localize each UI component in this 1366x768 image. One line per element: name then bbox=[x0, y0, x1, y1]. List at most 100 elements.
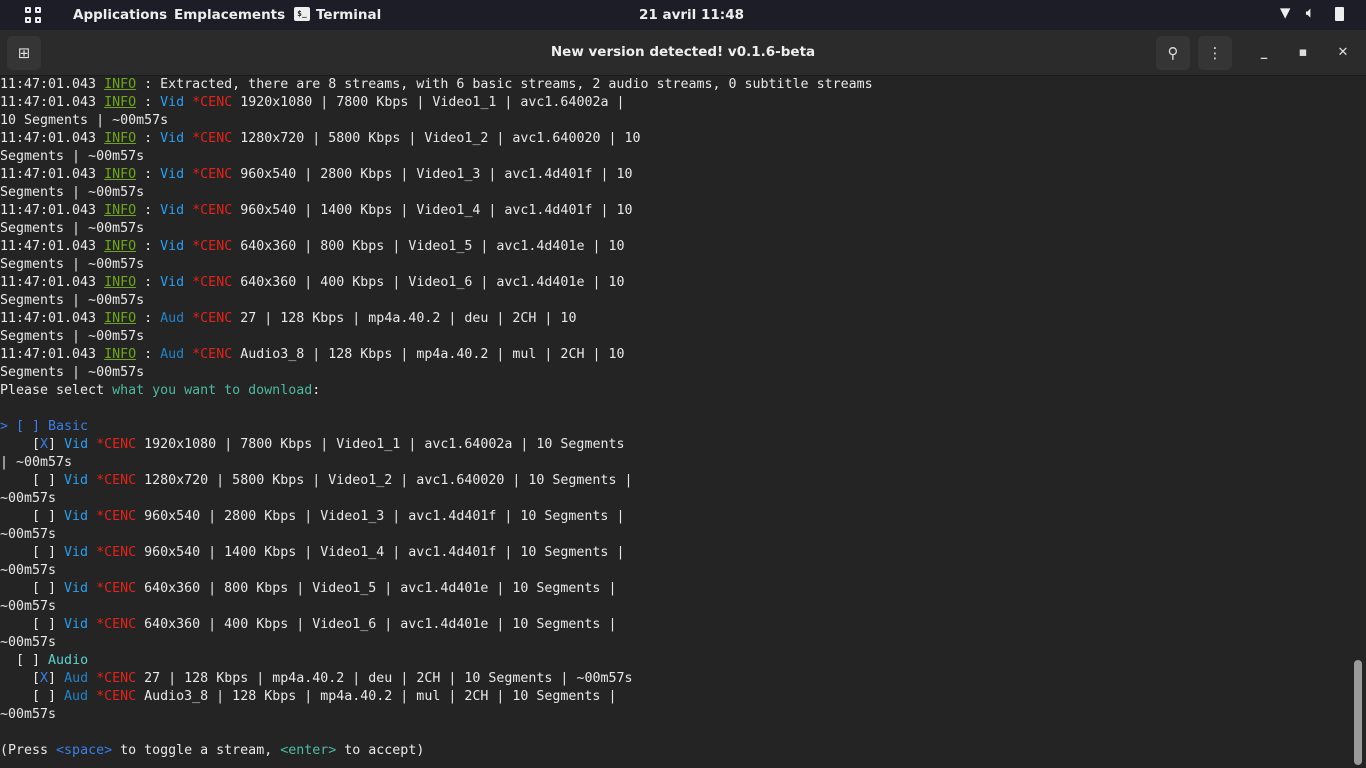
scrollbar[interactable] bbox=[1354, 660, 1362, 765]
terminal-text: X bbox=[40, 437, 49, 452]
terminal-app-menu[interactable]: Terminal bbox=[316, 7, 381, 23]
minimize-button[interactable]: _ bbox=[1253, 42, 1275, 64]
terminal-line: [ ] Audio bbox=[0, 652, 1350, 670]
terminal-text: 640x360 | 400 Kbps | Video1_6 | avc1.4d4… bbox=[240, 275, 625, 290]
terminal-text: 640x360 | 800 Kbps | Video1_5 | avc1.4d4… bbox=[144, 581, 617, 596]
terminal-line: | ~00m57s bbox=[0, 454, 1350, 472]
terminal-text: 27 | 128 Kbps | mp4a.40.2 | deu | 2CH | … bbox=[240, 311, 577, 326]
terminal-line: 11:47:01.043 INFO : Vid *CENC 960x540 | … bbox=[0, 202, 1350, 220]
terminal-text: : bbox=[136, 203, 161, 218]
terminal-text: ] bbox=[48, 437, 65, 452]
terminal-text: : bbox=[136, 347, 161, 362]
terminal-text: 11:47:01.043 bbox=[0, 239, 105, 254]
terminal-line: Segments | ~00m57s bbox=[0, 364, 1350, 382]
terminal-text: Vid bbox=[160, 95, 193, 110]
terminal-text: Vid bbox=[160, 275, 193, 290]
terminal-text: [ ] bbox=[0, 689, 65, 704]
terminal-text: 960x540 | 1400 Kbps | Video1_4 | avc1.4d… bbox=[240, 203, 633, 218]
terminal-text: *CENC bbox=[96, 545, 145, 560]
terminal-text: Vid bbox=[64, 581, 97, 596]
terminal-text: ~00m57s bbox=[0, 563, 57, 578]
applications-menu[interactable]: Applications bbox=[73, 7, 167, 23]
terminal-text: 1280x720 | 5800 Kbps | Video1_2 | avc1.6… bbox=[144, 473, 633, 488]
terminal-text: to toggle a stream, bbox=[112, 743, 281, 758]
places-menu[interactable]: Emplacements bbox=[174, 7, 285, 23]
terminal-text: 640x360 | 400 Kbps | Video1_6 | avc1.4d4… bbox=[144, 617, 617, 632]
terminal-text: 1280x720 | 5800 Kbps | Video1_2 | avc1.6… bbox=[240, 131, 641, 146]
terminal-text: Audio3_8 | 128 Kbps | mp4a.40.2 | mul | … bbox=[240, 347, 625, 362]
close-button[interactable]: ✕ bbox=[1332, 42, 1354, 64]
terminal-line: > [ ] Basic bbox=[0, 418, 1350, 436]
search-button[interactable]: ⚲ bbox=[1156, 36, 1190, 70]
terminal-text: : bbox=[136, 95, 161, 110]
terminal-text: > [ ] Basic bbox=[0, 419, 89, 434]
terminal-line: 11:47:01.043 INFO : Vid *CENC 1920x1080 … bbox=[0, 94, 1350, 112]
terminal-text: ~00m57s bbox=[0, 599, 57, 614]
terminal-line: Segments | ~00m57s bbox=[0, 184, 1350, 202]
terminal-icon: $_ bbox=[294, 7, 310, 21]
terminal-line: ~00m57s bbox=[0, 490, 1350, 508]
terminal-text: Vid bbox=[64, 617, 97, 632]
terminal-text: Segments | ~00m57s bbox=[0, 293, 145, 308]
terminal-text: Segments | ~00m57s bbox=[0, 365, 145, 380]
terminal-text: *CENC bbox=[192, 131, 241, 146]
terminal-text: *CENC bbox=[96, 617, 145, 632]
terminal-text: 11:47:01.043 bbox=[0, 95, 105, 110]
menu-button[interactable]: ⋮ bbox=[1198, 36, 1232, 70]
terminal-text: Vid bbox=[160, 131, 193, 146]
terminal-line: Segments | ~00m57s bbox=[0, 220, 1350, 238]
terminal-text: INFO bbox=[104, 275, 137, 290]
terminal-text: *CENC bbox=[96, 689, 145, 704]
terminal-text: Please select bbox=[0, 383, 113, 398]
terminal-text: 640x360 | 800 Kbps | Video1_5 | avc1.4d4… bbox=[240, 239, 625, 254]
terminal-text: 11:47:01.043 bbox=[0, 275, 105, 290]
terminal-text: Aud bbox=[160, 347, 193, 362]
terminal-text: Aud bbox=[160, 311, 193, 326]
terminal-text: *CENC bbox=[96, 509, 145, 524]
maximize-button[interactable]: ▪ bbox=[1292, 42, 1314, 64]
terminal-output[interactable]: 11:47:01.043 INFO : Extracted, there are… bbox=[0, 76, 1350, 768]
terminal-line: 11:47:01.043 INFO : Vid *CENC 640x360 | … bbox=[0, 274, 1350, 292]
terminal-text: : bbox=[136, 167, 161, 182]
terminal-text: [ ] bbox=[0, 473, 65, 488]
terminal-line: Segments | ~00m57s bbox=[0, 292, 1350, 310]
terminal-line: [X] Aud *CENC 27 | 128 Kbps | mp4a.40.2 … bbox=[0, 670, 1350, 688]
terminal-text: INFO bbox=[104, 95, 137, 110]
volume-icon[interactable]: 🔈︎ bbox=[1306, 5, 1314, 21]
terminal-line: 11:47:01.043 INFO : Aud *CENC Audio3_8 |… bbox=[0, 346, 1350, 364]
terminal-text: 11:47:01.043 bbox=[0, 131, 105, 146]
terminal-text: 11:47:01.043 bbox=[0, 167, 105, 182]
terminal-text: ~00m57s bbox=[0, 527, 57, 542]
app-grid-icon[interactable] bbox=[25, 7, 41, 23]
terminal-text: Aud bbox=[64, 689, 97, 704]
terminal-text: Vid bbox=[64, 437, 97, 452]
terminal-line: [ ] Aud *CENC Audio3_8 | 128 Kbps | mp4a… bbox=[0, 688, 1350, 706]
terminal-text: : bbox=[136, 131, 161, 146]
terminal-text: Segments | ~00m57s bbox=[0, 149, 145, 164]
terminal-text: Vid bbox=[64, 473, 97, 488]
clock[interactable]: 21 avril 11:48 bbox=[639, 7, 744, 23]
terminal-line: 11:47:01.043 INFO : Aud *CENC 27 | 128 K… bbox=[0, 310, 1350, 328]
terminal-text: INFO bbox=[104, 77, 137, 92]
battery-icon[interactable] bbox=[1335, 7, 1344, 21]
terminal-text: Vid bbox=[160, 167, 193, 182]
terminal-text: 960x540 | 2800 Kbps | Video1_3 | avc1.4d… bbox=[240, 167, 633, 182]
terminal-text: ~00m57s bbox=[0, 707, 57, 722]
terminal-text: [ ] bbox=[0, 617, 65, 632]
terminal-text: ~00m57s bbox=[0, 491, 57, 506]
terminal-text: *CENC bbox=[192, 275, 241, 290]
terminal-text: X bbox=[40, 671, 49, 686]
terminal-line: 11:47:01.043 INFO : Vid *CENC 960x540 | … bbox=[0, 166, 1350, 184]
terminal-line: ~00m57s bbox=[0, 634, 1350, 652]
terminal-line: Segments | ~00m57s bbox=[0, 148, 1350, 166]
terminal-line: [ ] Vid *CENC 960x540 | 2800 Kbps | Vide… bbox=[0, 508, 1350, 526]
wifi-icon[interactable]: ▼ bbox=[1280, 5, 1290, 21]
terminal-text: 11:47:01.043 bbox=[0, 311, 105, 326]
terminal-text: *CENC bbox=[96, 473, 145, 488]
terminal-line: ~00m57s bbox=[0, 526, 1350, 544]
terminal-text: to accept) bbox=[336, 743, 425, 758]
terminal-text: 1920x1080 | 7800 Kbps | Video1_1 | avc1.… bbox=[240, 95, 625, 110]
terminal-text: : bbox=[136, 239, 161, 254]
terminal-text: *CENC bbox=[192, 167, 241, 182]
